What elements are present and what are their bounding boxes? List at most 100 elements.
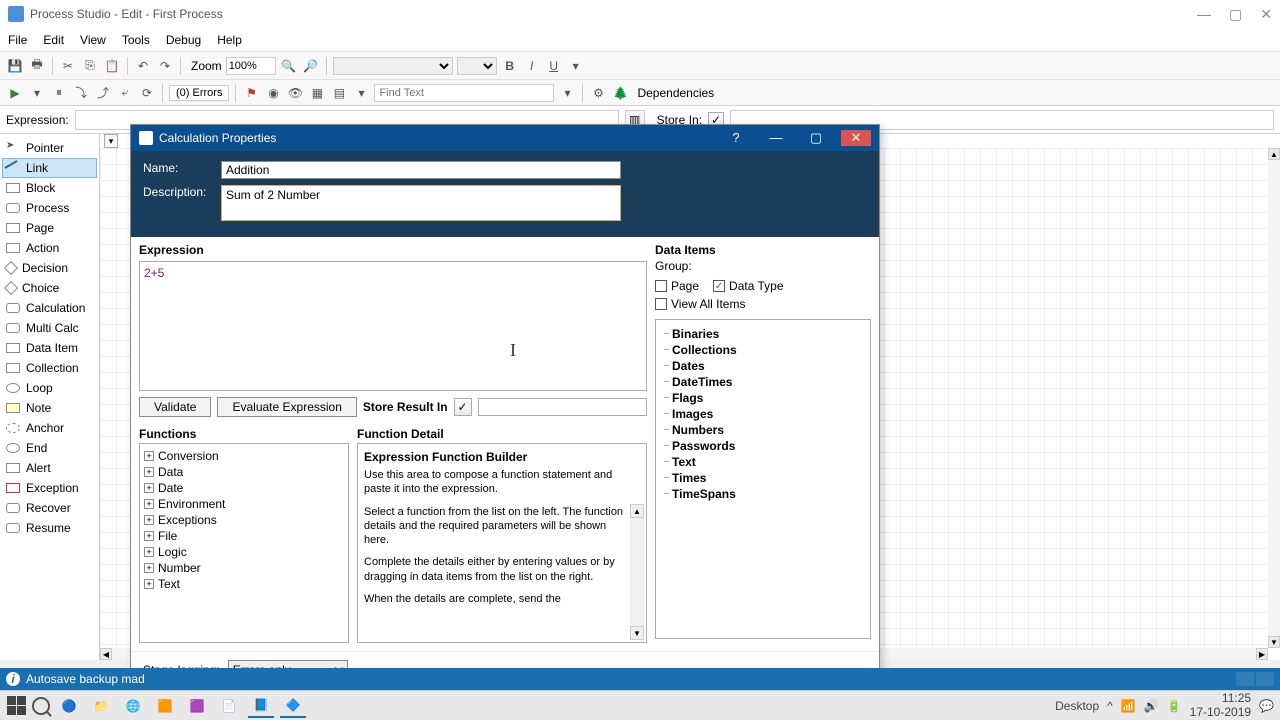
- menu-tools[interactable]: Tools: [122, 33, 150, 47]
- page-dropdown-icon[interactable]: ▾: [104, 134, 118, 148]
- expression-editor[interactable]: 2+5 I: [139, 261, 647, 391]
- tray-notifications-icon[interactable]: 💬: [1259, 699, 1274, 713]
- palette-dataitem[interactable]: Data Item: [2, 338, 97, 358]
- di-datetimes[interactable]: DateTimes: [662, 374, 864, 390]
- func-number[interactable]: +Number: [144, 560, 344, 576]
- menu-edit[interactable]: Edit: [43, 33, 64, 47]
- palette-block[interactable]: Block: [2, 178, 97, 198]
- viewall-checkbox[interactable]: View All Items: [655, 297, 871, 311]
- palette-note[interactable]: Note: [2, 398, 97, 418]
- step-icon[interactable]: ⤵: [72, 84, 90, 102]
- watch-icon[interactable]: 👁: [286, 84, 304, 102]
- dialog-titlebar[interactable]: Calculation Properties ? — ▢ ✕: [131, 125, 879, 151]
- detail-scroll-down-icon[interactable]: ▼: [630, 626, 644, 640]
- maximize-button[interactable]: ▢: [1229, 6, 1242, 23]
- palette-alert[interactable]: Alert: [2, 458, 97, 478]
- palette-action[interactable]: Action: [2, 238, 97, 258]
- underline-icon[interactable]: U: [545, 57, 563, 75]
- di-text[interactable]: Text: [662, 454, 864, 470]
- pause-icon[interactable]: ⏸: [50, 84, 68, 102]
- deps-tree-icon[interactable]: 🌲: [611, 84, 629, 102]
- task-edge-icon[interactable]: 🌐: [120, 694, 146, 718]
- store-result-check-icon[interactable]: ✓: [454, 398, 472, 416]
- func-date[interactable]: +Date: [144, 480, 344, 496]
- deps-icon[interactable]: ⚙: [589, 84, 607, 102]
- di-timespans[interactable]: TimeSpans: [662, 486, 864, 502]
- paste-icon[interactable]: 📋: [103, 57, 121, 75]
- font-select[interactable]: [333, 57, 453, 75]
- palette-multicalc[interactable]: Multi Calc: [2, 318, 97, 338]
- close-button[interactable]: ✕: [1260, 6, 1272, 23]
- palette-end[interactable]: End: [2, 438, 97, 458]
- task-app2-icon[interactable]: 🟪: [184, 694, 210, 718]
- minimize-button[interactable]: —: [1197, 6, 1211, 23]
- palette-choice[interactable]: Choice: [2, 278, 97, 298]
- di-dates[interactable]: Dates: [662, 358, 864, 374]
- dependencies-label[interactable]: Dependencies: [637, 86, 714, 100]
- errors-counter[interactable]: (0) Errors: [169, 85, 229, 101]
- status-icon-1[interactable]: [1236, 672, 1254, 686]
- dialog-close-button[interactable]: ✕: [841, 130, 871, 146]
- dialog-minimize-button[interactable]: —: [761, 130, 791, 146]
- dropdown2-icon[interactable]: ▾: [352, 84, 370, 102]
- v-scrollbar[interactable]: ▲ ▼: [1268, 148, 1280, 648]
- palette-calculation[interactable]: Calculation: [2, 298, 97, 318]
- taskbar-search-icon[interactable]: [32, 697, 50, 715]
- zoom-out-icon[interactable]: 🔎: [302, 57, 320, 75]
- copy-icon[interactable]: ⎘: [81, 57, 99, 75]
- evaluate-button[interactable]: Evaluate Expression: [217, 397, 356, 417]
- validate-button[interactable]: Validate: [139, 397, 211, 417]
- palette-pointer[interactable]: Pointer: [2, 138, 97, 158]
- palette-anchor[interactable]: Anchor: [2, 418, 97, 438]
- di-images[interactable]: Images: [662, 406, 864, 422]
- func-exceptions[interactable]: +Exceptions: [144, 512, 344, 528]
- task-app3-icon[interactable]: 📄: [216, 694, 242, 718]
- di-passwords[interactable]: Passwords: [662, 438, 864, 454]
- di-times[interactable]: Times: [662, 470, 864, 486]
- func-file[interactable]: +File: [144, 528, 344, 544]
- datatype-checkbox[interactable]: ✓Data Type: [713, 279, 783, 293]
- detail-scrollbar[interactable]: ▲ ▼: [630, 504, 644, 640]
- tray-wifi-icon[interactable]: 📶: [1121, 699, 1136, 713]
- zoom-input[interactable]: [226, 57, 276, 75]
- scroll-up-icon[interactable]: ▲: [1268, 148, 1280, 160]
- tray-up-icon[interactable]: ^: [1107, 699, 1113, 713]
- menu-view[interactable]: View: [80, 33, 106, 47]
- palette-page[interactable]: Page: [2, 218, 97, 238]
- stepover-icon[interactable]: ⤴: [94, 84, 112, 102]
- di-binaries[interactable]: Binaries: [662, 326, 864, 342]
- detail-scroll-up-icon[interactable]: ▲: [630, 504, 644, 518]
- palette-link[interactable]: Link: [2, 158, 97, 178]
- func-conversion[interactable]: +Conversion: [144, 448, 344, 464]
- breakpoint-icon[interactable]: ◉: [264, 84, 282, 102]
- menu-debug[interactable]: Debug: [166, 33, 201, 47]
- menu-file[interactable]: File: [8, 33, 27, 47]
- redo-icon[interactable]: ↷: [156, 57, 174, 75]
- task-chrome-icon[interactable]: 🔵: [56, 694, 82, 718]
- tray-date[interactable]: 17-10-2019: [1190, 706, 1251, 719]
- find-dropdown-icon[interactable]: ▾: [558, 84, 576, 102]
- func-logic[interactable]: +Logic: [144, 544, 344, 560]
- layout-icon[interactable]: ▦: [308, 84, 326, 102]
- dropdown-icon[interactable]: ▾: [567, 57, 585, 75]
- palette-process[interactable]: Process: [2, 198, 97, 218]
- save-icon[interactable]: 💾: [6, 57, 24, 75]
- stepout-icon[interactable]: ⤶: [116, 84, 134, 102]
- menu-help[interactable]: Help: [217, 33, 242, 47]
- tray-desktop-label[interactable]: Desktop: [1055, 699, 1099, 713]
- di-numbers[interactable]: Numbers: [662, 422, 864, 438]
- bold-icon[interactable]: B: [501, 57, 519, 75]
- tray-time[interactable]: 11:25: [1190, 692, 1251, 705]
- data-items-tree[interactable]: Binaries Collections Dates DateTimes Fla…: [655, 319, 871, 639]
- status-icon-2[interactable]: [1256, 672, 1274, 686]
- di-collections[interactable]: Collections: [662, 342, 864, 358]
- func-environment[interactable]: +Environment: [144, 496, 344, 512]
- print-icon[interactable]: 🖶: [28, 57, 46, 75]
- page-checkbox[interactable]: Page: [655, 279, 699, 293]
- palette-exception[interactable]: Exception: [2, 478, 97, 498]
- grid-icon[interactable]: ▤: [330, 84, 348, 102]
- scroll-right-icon[interactable]: ▶: [1256, 648, 1268, 660]
- start-button[interactable]: [6, 696, 26, 716]
- fontsize-select[interactable]: [457, 57, 497, 75]
- description-input[interactable]: Sum of 2 Number: [221, 185, 621, 221]
